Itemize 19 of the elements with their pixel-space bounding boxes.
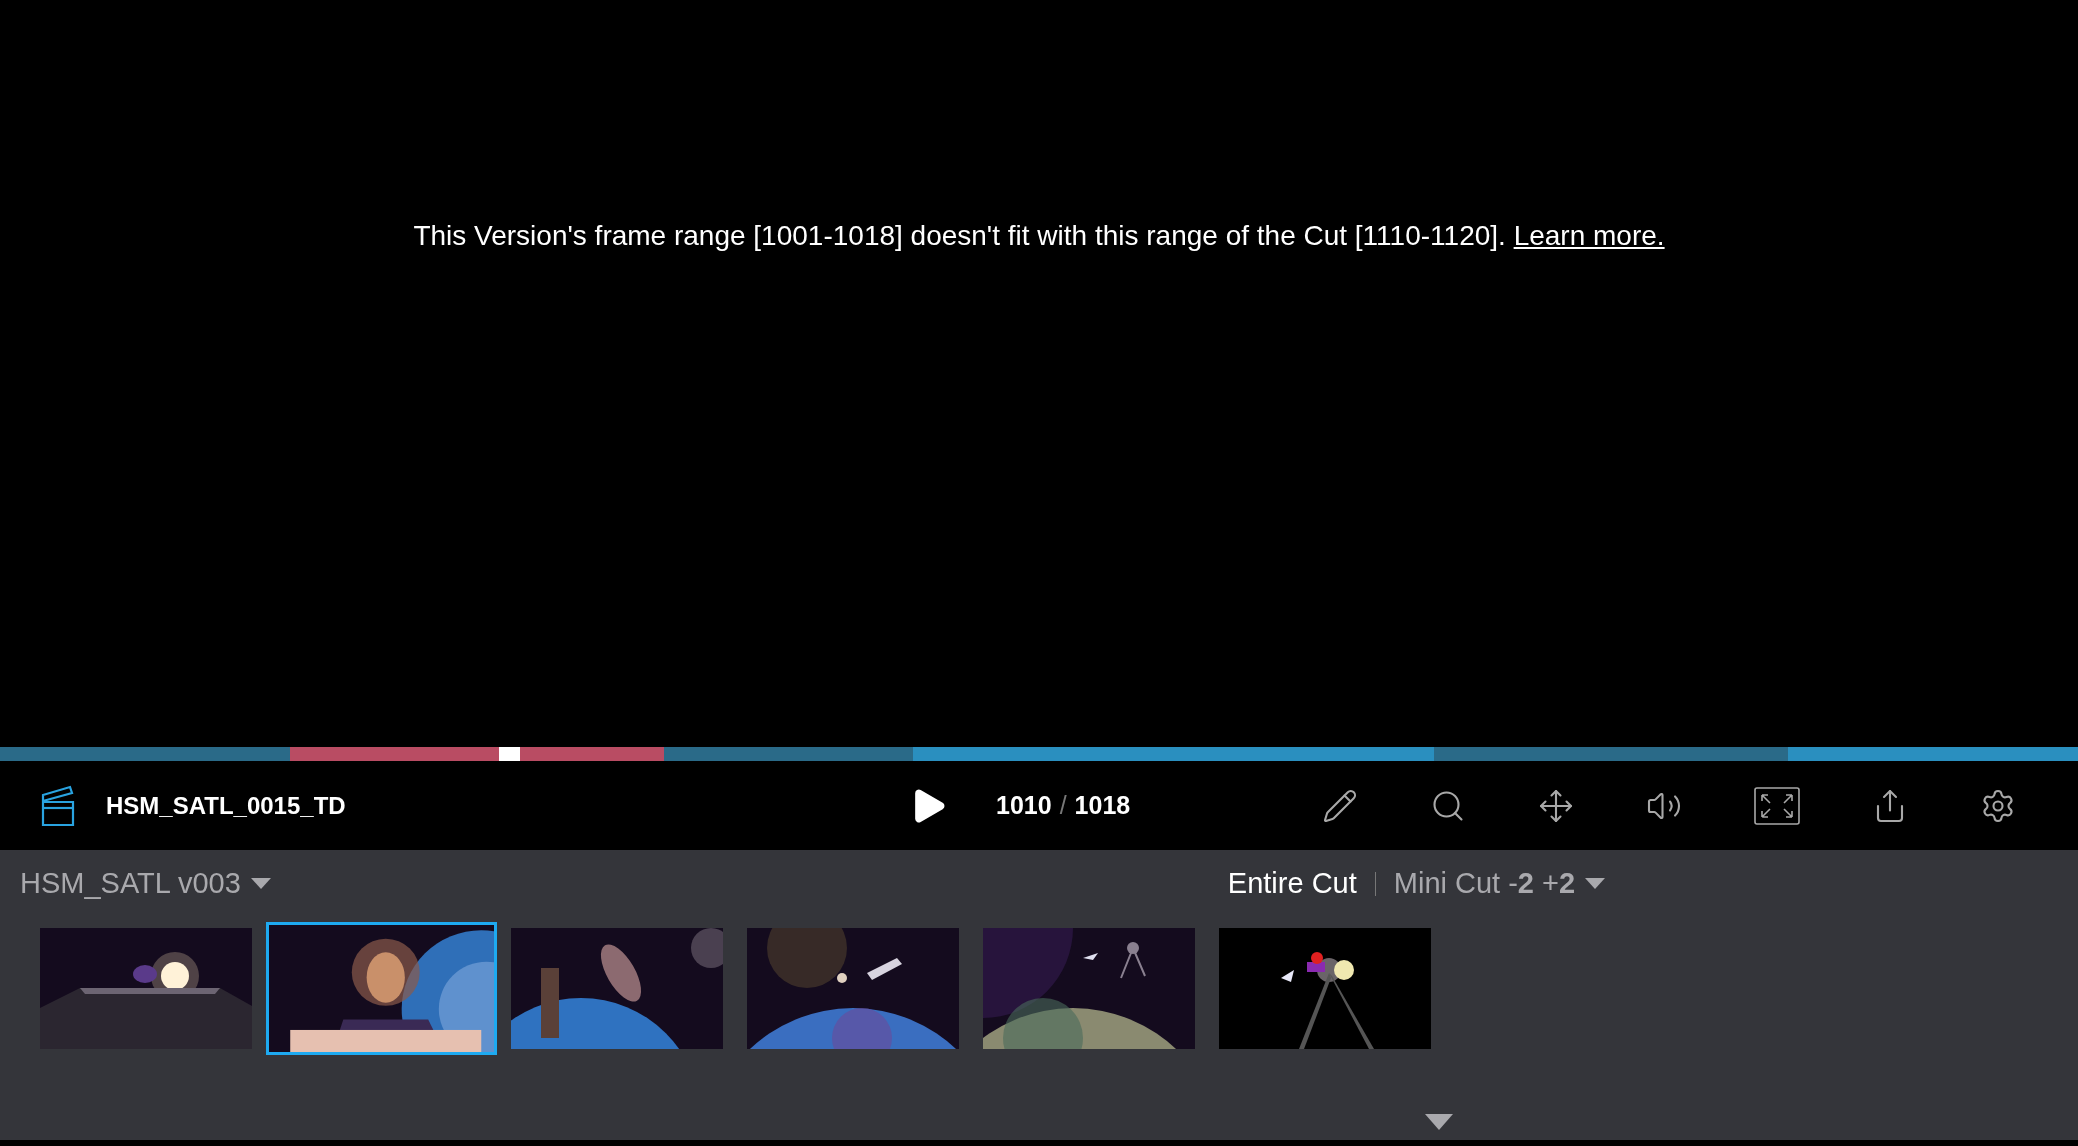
shot-title: HSM_SATL_0015_TD bbox=[106, 790, 347, 821]
caret-icon bbox=[250, 878, 271, 890]
settings-icon bbox=[1980, 787, 2016, 824]
playhead[interactable] bbox=[498, 747, 520, 761]
move-icon bbox=[1538, 787, 1574, 824]
expand-caret-icon[interactable] bbox=[1425, 1114, 1453, 1130]
cut-view-tab[interactable]: Entire Cut bbox=[1227, 862, 1357, 906]
fullscreen-button[interactable] bbox=[1754, 785, 1800, 826]
frame-separator: / bbox=[1059, 789, 1067, 821]
current-frame: 1010 bbox=[996, 786, 1052, 825]
fullscreen-icon bbox=[1754, 786, 1800, 825]
learn-more-link[interactable]: Learn more. bbox=[1513, 220, 1665, 251]
caret-icon bbox=[1585, 878, 1606, 890]
version-dropdown[interactable]: HSM_SATL v003 bbox=[20, 862, 271, 906]
cut-view-tab[interactable]: Mini Cut -2 +2 bbox=[1393, 862, 1606, 906]
clapperboard-icon bbox=[40, 783, 76, 828]
frame-range-message: This Version's frame range [1001-1018] doesn't fit with this range of the Cut [1110-1120]. Learn more. bbox=[413, 219, 1665, 253]
pencil-icon bbox=[1322, 787, 1358, 824]
total-frames: 1018 bbox=[1074, 786, 1131, 825]
